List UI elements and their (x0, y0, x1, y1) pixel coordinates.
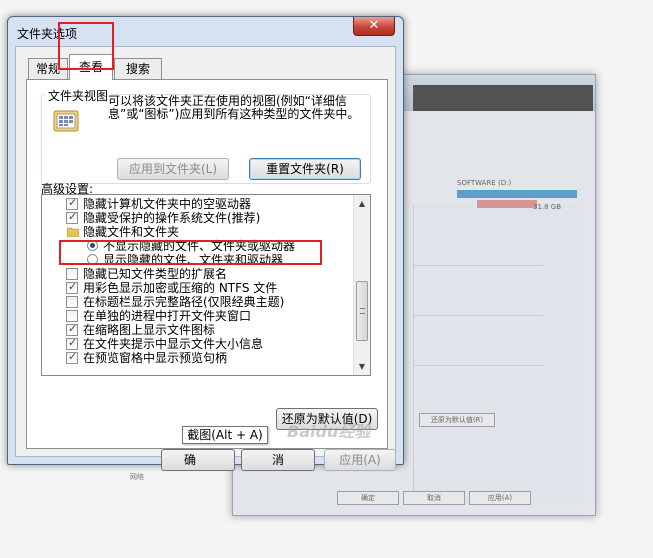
advanced-item-label: 在预览窗格中显示预览句柄 (83, 351, 228, 365)
advanced-item-label: 隐藏受保护的操作系统文件(推荐) (83, 211, 261, 225)
apply-button[interactable]: 应用(A) (324, 449, 396, 471)
advanced-item-label: 用彩色显示加密或压缩的 NTFS 文件 (83, 281, 278, 295)
background-divider (413, 315, 543, 316)
highlight-box-view-tab (58, 22, 114, 70)
checkbox-hide-protected-files[interactable] (66, 210, 78, 224)
apply-to-folders-button[interactable]: 应用到文件夹(L) (117, 158, 229, 180)
checkbox-separate-process[interactable] (66, 310, 78, 322)
checkbox-color-ntfs[interactable] (66, 280, 78, 294)
scroll-down-arrow-icon[interactable]: ▼ (354, 358, 370, 375)
screenshot-tooltip: 截图(Alt + A) (182, 426, 268, 444)
background-restore-button: 还原为默认值(R) (419, 413, 495, 427)
checkbox-hide-extensions[interactable] (66, 268, 78, 280)
folder-view-icon (53, 110, 79, 132)
advanced-item-label: 在标题栏显示完整路径(仅限经典主题) (83, 295, 285, 309)
advanced-item-label: 在缩略图上显示文件图标 (83, 323, 216, 337)
checkbox-thumbnail-icons[interactable] (66, 322, 78, 336)
background-address-bar (413, 85, 593, 111)
folder-views-description: 可以将该文件夹正在使用的视图(例如“详细信息”或“图标”)应用到所有这种类型的文… (108, 94, 360, 121)
scrollbar-grip-icon (360, 308, 365, 314)
background-ok-button: 确定 (337, 491, 399, 505)
advanced-item-label: 在单独的进程中打开文件夹窗口 (83, 309, 252, 323)
scrollbar-thumb[interactable] (356, 281, 368, 341)
checkbox-folder-tip-size[interactable] (66, 336, 78, 350)
watermark: Baidu经验 (287, 422, 371, 441)
background-drive-label: SOFTWARE (D:) (457, 179, 512, 187)
background-apply-button: 应用(A) (469, 491, 531, 505)
background-cancel-button: 取消 (403, 491, 465, 505)
advanced-settings-list[interactable]: 隐藏计算机文件夹中的空驱动器 隐藏受保护的操作系统文件(推荐) 隐藏文件和文件夹… (41, 194, 371, 376)
reset-folders-button[interactable]: 重置文件夹(R) (249, 158, 361, 180)
ok-button[interactable]: 确 (161, 449, 235, 471)
advanced-item-label: 在文件夹提示中显示文件大小信息 (83, 337, 264, 351)
advanced-list-scrollbar[interactable]: ▲ ▼ (353, 195, 370, 375)
background-details-pane (413, 205, 583, 505)
background-divider (413, 265, 543, 266)
close-icon: ✕ (368, 18, 380, 33)
tab-search[interactable]: 搜索 (114, 58, 162, 79)
scroll-up-arrow-icon[interactable]: ▲ (354, 195, 370, 212)
background-divider (413, 365, 543, 366)
background-network-label: 网络 (130, 473, 144, 481)
background-drive-bar-used (477, 200, 537, 208)
folder-icon (67, 227, 79, 237)
close-button[interactable]: ✕ (353, 17, 395, 36)
background-drive-free: 31.8 GB (533, 203, 562, 211)
advanced-item-label: 隐藏已知文件类型的扩展名 (83, 267, 228, 281)
checkbox-preview-handlers[interactable] (66, 350, 78, 364)
cancel-button[interactable]: 消 (241, 449, 315, 471)
checkbox-full-path-title[interactable] (66, 296, 78, 308)
highlight-box-hidden-files (59, 240, 322, 265)
advanced-item-label: 隐藏计算机文件夹中的空驱动器 (83, 197, 252, 211)
folder-views-label: 文件夹视图 (45, 87, 112, 104)
advanced-item-label: 隐藏文件和文件夹 (83, 225, 180, 239)
background-drive-bar (457, 190, 577, 198)
checkbox-hide-empty-drives[interactable] (66, 196, 78, 210)
